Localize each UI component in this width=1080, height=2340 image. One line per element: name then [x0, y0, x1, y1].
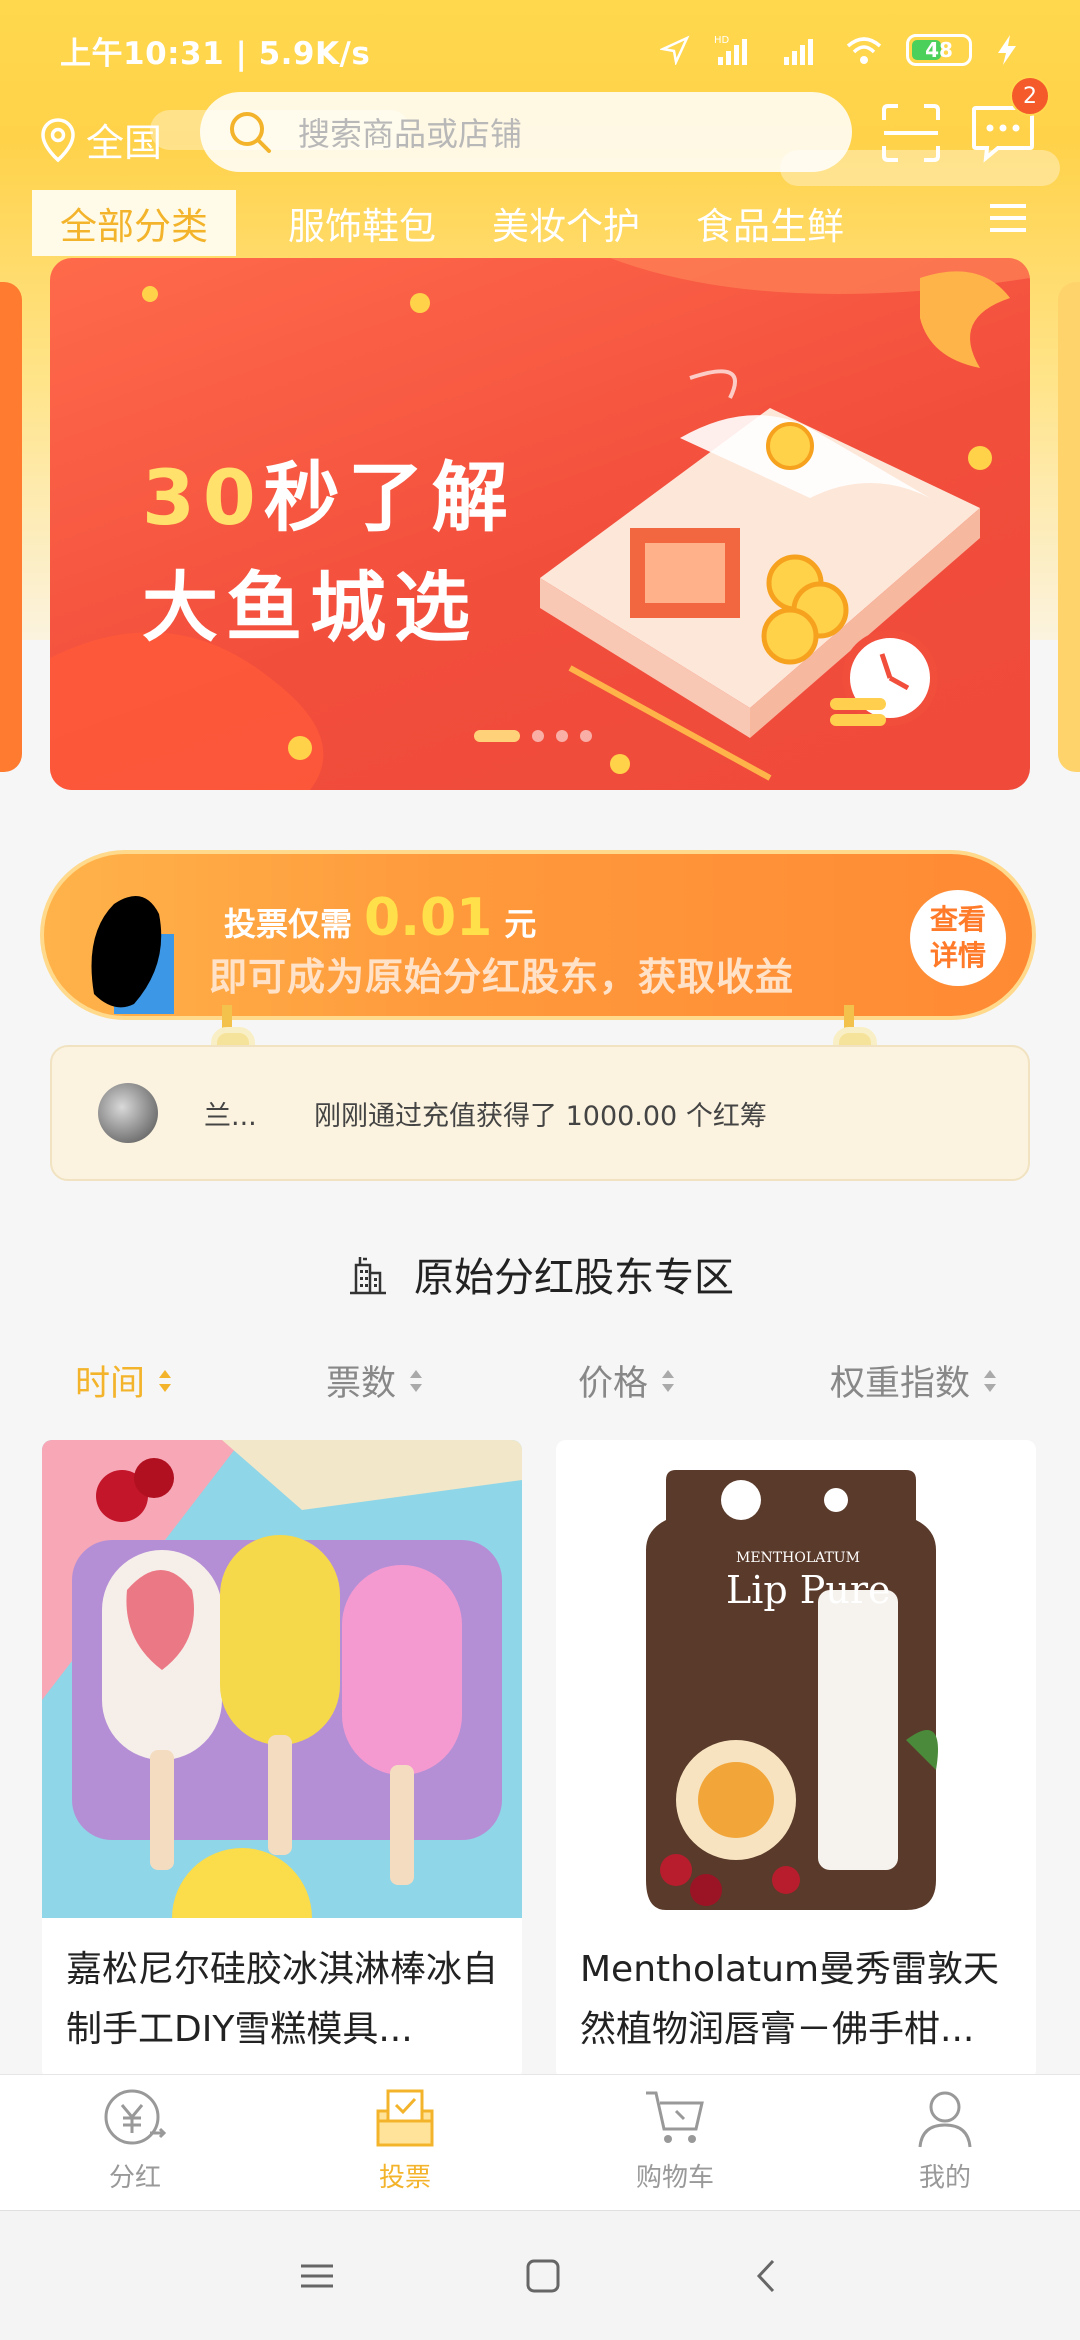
sort-arrows-icon	[410, 1369, 423, 1392]
battery-indicator: 48	[906, 34, 972, 66]
signal-hd-icon: HD	[714, 35, 747, 65]
home-icon[interactable]	[525, 2258, 561, 2294]
scan-icon[interactable]	[880, 102, 942, 164]
status-time: 上午10:31 | 5.9K/s	[60, 35, 371, 72]
vote-promo-banner[interactable]: 投票仅需 0.01 元 即可成为原始分红股东，获取收益 查看 详情	[40, 850, 1036, 1020]
ballot-box-icon	[376, 2089, 434, 2147]
sort-votes[interactable]: 票数	[326, 1355, 424, 1406]
sort-arrows-icon	[984, 1369, 997, 1392]
sort-arrows-icon	[662, 1369, 675, 1392]
product-card[interactable]: MENTHOLATUM Lip Pure Mentholatum曼秀雷敦天然植物…	[556, 1440, 1036, 2080]
search-placeholder: 搜索商品或店铺	[298, 115, 523, 153]
sort-time[interactable]: 时间	[75, 1355, 173, 1406]
product-image-popsicle-mold	[42, 1440, 522, 1918]
sort-price[interactable]: 价格	[578, 1355, 676, 1406]
status-bar: 上午10:31 | 5.9K/s HD 48	[0, 0, 1080, 100]
view-details-button[interactable]: 查看 详情	[910, 890, 1006, 986]
banner-headline-2: 大鱼城选	[142, 563, 478, 652]
category-tab-food[interactable]: 食品生鲜	[692, 190, 848, 256]
location-selector[interactable]: 全国	[40, 112, 162, 167]
tab-profile[interactable]: 我的	[810, 2075, 1080, 2210]
system-navigation-bar	[0, 2210, 1080, 2340]
package-sub-label: MENTHOLATUM	[736, 1550, 860, 1566]
notice-username: 兰...	[204, 1100, 257, 1132]
search-row: 全国 搜索商品或店铺 2	[0, 76, 1080, 202]
message-badge: 2	[1010, 76, 1050, 116]
package-brand-label: Lip Pure	[726, 1568, 891, 1612]
sort-bar: 时间 票数 价格 权重指数	[0, 1355, 1080, 1415]
tab-dividend[interactable]: 分红	[0, 2075, 270, 2210]
menu-icon[interactable]	[299, 2261, 335, 2291]
product-image-lip-balm: MENTHOLATUM Lip Pure	[556, 1440, 1036, 1918]
category-tab-all[interactable]: 全部分类	[32, 190, 236, 256]
banner-next-peek	[1058, 282, 1080, 772]
dividend-icon	[104, 2089, 167, 2145]
location-arrow-icon	[660, 35, 690, 65]
category-tabs: 全部分类 服饰鞋包 美妆个护 食品生鲜	[32, 190, 1060, 256]
category-tab-beauty[interactable]: 美妆个护	[488, 190, 644, 256]
product-card[interactable]: 嘉松尼尔硅胶冰淇淋棒冰自制手工DIY雪糕模具... 商品权重指数：10.01	[42, 1440, 522, 2080]
carousel-indicator	[474, 730, 592, 742]
product-name: Mentholatum曼秀雷敦天然植物润唇膏－佛手柑...	[580, 1949, 1000, 2050]
vote-subtitle: 即可成为原始分红股东，获取收益	[209, 955, 795, 999]
svg-text:HD: HD	[714, 35, 730, 46]
search-icon	[230, 112, 271, 153]
user-icon	[918, 2091, 972, 2148]
banner-prev-peek	[0, 282, 22, 772]
section-header: 原始分红股东专区	[0, 1245, 1080, 1303]
cart-icon	[646, 2091, 704, 2143]
banner-headline-1: 30秒了解	[142, 453, 516, 542]
notice-message: 刚刚通过充值获得了 1000.00 个红筹	[314, 1100, 767, 1132]
product-name: 嘉松尼尔硅胶冰淇淋棒冰自制手工DIY雪糕模具...	[66, 1949, 499, 2050]
tab-cart[interactable]: 购物车	[540, 2075, 810, 2210]
section-title: 原始分红股东专区	[414, 1255, 734, 1301]
search-input[interactable]: 搜索商品或店铺	[200, 92, 852, 172]
vote-price-line: 投票仅需 0.01 元	[224, 888, 537, 948]
category-tab-apparel[interactable]: 服饰鞋包	[284, 190, 440, 256]
avatar	[98, 1083, 158, 1143]
character-illustration	[91, 896, 174, 1014]
building-icon	[350, 1257, 386, 1295]
location-label: 全国	[86, 121, 163, 165]
bottom-tab-bar: 分红 投票 购物车 我的	[0, 2074, 1080, 2210]
back-icon[interactable]	[751, 2258, 781, 2294]
charging-bolt-icon	[998, 35, 1016, 65]
sort-weight-index[interactable]: 权重指数	[830, 1355, 998, 1406]
signal-icon	[784, 39, 813, 65]
battery-level: 48	[925, 38, 953, 62]
location-pin-icon	[41, 117, 75, 162]
recharge-notice: 兰... 刚刚通过充值获得了 1000.00 个红筹	[50, 1045, 1030, 1181]
wifi-icon	[846, 37, 882, 64]
tab-vote[interactable]: 投票	[270, 2075, 540, 2210]
promo-banner[interactable]: 30秒了解 大鱼城选	[50, 258, 1030, 790]
sort-arrows-icon	[159, 1369, 172, 1392]
category-menu-icon[interactable]	[986, 198, 1030, 238]
